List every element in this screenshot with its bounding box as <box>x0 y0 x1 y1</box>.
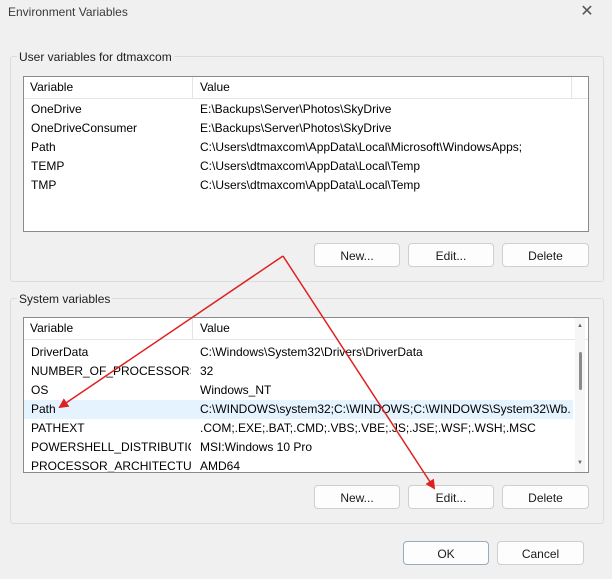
variable-cell: PROCESSOR_ARCHITECTURE <box>31 459 191 473</box>
variable-cell: PATHEXT <box>31 421 85 435</box>
column-separator[interactable] <box>571 77 572 98</box>
system-delete-button[interactable]: Delete <box>502 485 589 509</box>
variable-cell: DriverData <box>31 345 89 359</box>
system-list-header: Variable Value <box>24 318 588 340</box>
system-edit-button[interactable]: Edit... <box>408 485 494 509</box>
value-cell: 32 <box>200 364 214 378</box>
variable-cell: OneDrive <box>31 102 82 116</box>
table-row[interactable]: OneDriveConsumer E:\Backups\Server\Photos… <box>24 119 573 138</box>
system-variables-list[interactable]: Variable Value DriverData C:\Windows\Syst… <box>23 317 589 473</box>
value-cell: MSI:Windows 10 Pro <box>200 440 313 454</box>
variable-cell: OneDriveConsumer <box>31 121 138 135</box>
table-row[interactable]: POWERSHELL_DISTRIBUTIO... MSI:Windows 10 … <box>24 438 573 457</box>
title-bar: Environment Variables ✕ <box>0 0 612 30</box>
column-header-value[interactable]: Value <box>194 318 230 339</box>
user-new-button[interactable]: New... <box>314 243 400 267</box>
value-cell: C:\WINDOWS\system32;C:\WINDOWS;C:\WINDOW… <box>200 402 571 416</box>
value-cell: Windows_NT <box>200 383 272 397</box>
user-variables-list[interactable]: Variable Value OneDrive E:\Backups\Server… <box>23 76 589 232</box>
value-cell: E:\Backups\Server\Photos\SkyDrive <box>200 102 392 116</box>
table-row[interactable]: OS Windows_NT <box>24 381 573 400</box>
window-title: Environment Variables <box>8 5 128 19</box>
value-cell: AMD64 <box>200 459 241 473</box>
scrollbar-thumb[interactable] <box>579 352 582 390</box>
table-row[interactable]: TEMP C:\Users\dtmaxcom\AppData\Local\Temp <box>24 157 573 176</box>
column-header-value[interactable]: Value <box>194 77 230 98</box>
value-cell: C:\Users\dtmaxcom\AppData\Local\Temp <box>200 178 421 192</box>
cancel-button[interactable]: Cancel <box>497 541 584 565</box>
user-variables-label: User variables for dtmaxcom <box>17 50 174 64</box>
system-new-button[interactable]: New... <box>314 485 400 509</box>
vertical-scrollbar[interactable]: ▲ ▼ <box>575 318 585 472</box>
column-separator[interactable] <box>192 318 193 339</box>
table-row[interactable]: TMP C:\Users\dtmaxcom\AppData\Local\Temp <box>24 176 573 195</box>
table-row[interactable]: OneDrive E:\Backups\Server\Photos\SkyDriv… <box>24 100 573 119</box>
column-header-variable[interactable]: Variable <box>24 77 190 98</box>
value-cell: E:\Backups\Server\Photos\SkyDrive <box>200 121 392 135</box>
value-cell: C:\Users\dtmaxcom\AppData\Local\Microsof… <box>200 140 523 154</box>
variable-cell: Path <box>31 402 56 416</box>
table-row[interactable]: PATHEXT .COM;.EXE;.BAT;.CMD;.VBS;.VBE;.JS… <box>24 419 573 438</box>
table-row[interactable]: PROCESSOR_ARCHITECTURE AMD64 <box>24 457 573 473</box>
table-row[interactable]: Path C:\WINDOWS\system32;C:\WINDOWS;C:\WI… <box>24 400 573 419</box>
variable-cell: TMP <box>31 178 57 192</box>
variable-cell: POWERSHELL_DISTRIBUTIO... <box>31 440 191 454</box>
system-variables-label: System variables <box>17 292 113 306</box>
value-cell: .COM;.EXE;.BAT;.CMD;.VBS;.VBE;.JS;.JSE;.… <box>200 421 536 435</box>
user-delete-button[interactable]: Delete <box>502 243 589 267</box>
variable-cell: OS <box>31 383 49 397</box>
table-row[interactable]: Path C:\Users\dtmaxcom\AppData\Local\Micr… <box>24 138 573 157</box>
user-list-header: Variable Value <box>24 77 588 99</box>
table-row[interactable]: NUMBER_OF_PROCESSORS 32 <box>24 362 573 381</box>
close-icon[interactable]: ✕ <box>576 1 598 23</box>
scroll-down-icon[interactable]: ▼ <box>575 459 585 467</box>
variable-cell: TEMP <box>31 159 65 173</box>
column-separator[interactable] <box>192 77 193 98</box>
table-row[interactable]: DriverData C:\Windows\System32\Drivers\Dr… <box>24 343 573 362</box>
ok-button[interactable]: OK <box>403 541 489 565</box>
variable-cell: Path <box>31 140 56 154</box>
value-cell: C:\Users\dtmaxcom\AppData\Local\Temp <box>200 159 421 173</box>
column-header-variable[interactable]: Variable <box>24 318 190 339</box>
user-edit-button[interactable]: Edit... <box>408 243 494 267</box>
value-cell: C:\Windows\System32\Drivers\DriverData <box>200 345 423 359</box>
variable-cell: NUMBER_OF_PROCESSORS <box>31 364 191 378</box>
scroll-up-icon[interactable]: ▲ <box>575 322 585 330</box>
